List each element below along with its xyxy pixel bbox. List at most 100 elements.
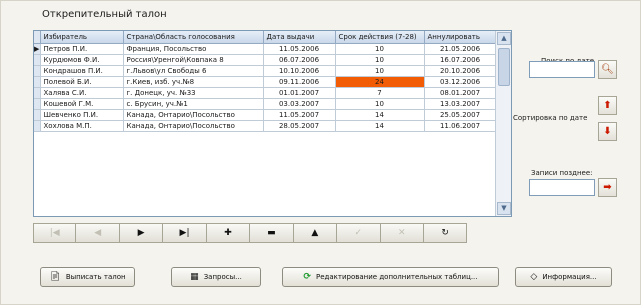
table-row[interactable]: Кондрашов П.И. г.Львов\ул Свободы 6 10.10.… (34, 65, 497, 77)
delete-record-icon: ▬ (267, 228, 276, 238)
edit-tables-label: Редактирование дополнительных таблиц... (316, 273, 478, 281)
refresh-green-icon: ⟳ (303, 272, 312, 282)
column-header-issue-date[interactable]: Дата выдачи (263, 31, 336, 44)
cell-voter[interactable]: Полевой Б.И. (40, 76, 124, 88)
prior-record-button[interactable]: ◀ (76, 223, 120, 243)
table-row[interactable]: Шевченко П.И. Канада, Онтарио\Посольство 1… (34, 109, 497, 121)
scroll-up-icon[interactable]: ▲ (497, 32, 511, 45)
arrow-up-icon: ⬆ (603, 100, 612, 111)
table-row[interactable]: ▶ Петров П.И. Франция, Посольство 11.05.200… (34, 43, 497, 55)
cell-cancel-date[interactable]: 08.01.2007 (424, 87, 497, 99)
cell-validity[interactable]: 14 (335, 109, 425, 121)
filter-apply-button[interactable]: ➡ (598, 178, 617, 197)
queries-label: Запросы... (203, 273, 242, 281)
cell-voter[interactable]: Шевченко П.И. (40, 109, 124, 121)
table-row[interactable]: Кошевой Г.М. с. Брусин, уч.№1 03.03.2007 10… (34, 98, 497, 110)
cell-validity[interactable]: 10 (335, 98, 425, 110)
last-record-button[interactable]: ▶| (163, 223, 207, 243)
first-record-button[interactable]: |◀ (33, 223, 77, 243)
cell-voter[interactable]: Курдюмов Ф.И. (40, 54, 124, 66)
sort-by-date-label: Сортировка по дате (513, 114, 588, 122)
cell-validity[interactable]: 10 (335, 65, 425, 77)
cell-cancel-date[interactable]: 11.06.2007 (424, 120, 497, 132)
cell-issue-date[interactable]: 01.01.2007 (263, 87, 336, 99)
table-row[interactable]: Хохлова М.П. Канада, Онтарио\Посольство 28… (34, 120, 497, 132)
cell-issue-date[interactable]: 10.10.2006 (263, 65, 336, 77)
cell-region[interactable]: г.Львов\ул Свободы 6 (123, 65, 264, 77)
main-window: Открепительный талон Избиратель Страна\О… (0, 0, 641, 305)
cell-cancel-date[interactable]: 13.03.2007 (424, 98, 497, 110)
records-later-input[interactable] (529, 179, 595, 196)
column-header-region[interactable]: Страна\Область голосования (123, 31, 264, 44)
records-grid[interactable]: Избиратель Страна\Область голосования Да… (33, 30, 512, 217)
last-record-icon: ▶| (179, 228, 190, 238)
cancel-record-button[interactable]: ✕ (380, 223, 424, 243)
panel-title: Открепительный талон (42, 9, 167, 20)
sort-descending-button[interactable]: ⬇ (598, 122, 617, 141)
cell-validity[interactable]: 14 (335, 120, 425, 132)
post-record-button[interactable]: ✓ (337, 223, 381, 243)
cell-validity[interactable]: 10 (335, 43, 425, 55)
cell-issue-date[interactable]: 03.03.2007 (263, 98, 336, 110)
cell-cancel-date[interactable]: 20.10.2006 (424, 65, 497, 77)
cell-voter[interactable]: Хохлова М.П. (40, 120, 124, 132)
table-row[interactable]: Полевой Б.И. г.Киев, изб. уч.№8 09.11.2006… (34, 76, 497, 88)
cell-voter[interactable]: Кошевой Г.М. (40, 98, 124, 110)
next-record-icon: ▶ (137, 228, 145, 238)
cell-validity[interactable]: 24 (335, 76, 425, 88)
table-icon: ▦ (190, 272, 199, 282)
table-header-row: Избиратель Страна\Область голосования Да… (34, 31, 497, 44)
cell-issue-date[interactable]: 09.11.2006 (263, 76, 336, 88)
issue-ticket-button[interactable]: 📄︎ Выписать талон (40, 267, 135, 287)
records-later-label: Записи позднее: (531, 169, 593, 177)
db-navigator: |◀ ◀ ▶ ▶| ✚ ▬ ▲ ✓ ✕ ↻ (33, 223, 511, 243)
search-button[interactable]: 🔍︎ (598, 60, 617, 79)
cancel-record-icon: ✕ (397, 228, 406, 238)
grid-vertical-scrollbar[interactable]: ▲ ▼ (495, 31, 511, 216)
insert-record-icon: ✚ (224, 228, 232, 238)
sort-ascending-button[interactable]: ⬆ (598, 96, 617, 115)
cell-region[interactable]: с. Брусин, уч.№1 (123, 98, 264, 110)
cell-cancel-date[interactable]: 16.07.2006 (424, 54, 497, 66)
table-row[interactable]: Халява С.И. г. Донецк, уч. №33 01.01.2007 7… (34, 87, 497, 99)
cell-region[interactable]: Россия\Уренгой\Ковпака 8 (123, 54, 264, 66)
cell-voter[interactable]: Халява С.И. (40, 87, 124, 99)
table-row[interactable]: Курдюмов Ф.И. Россия\Уренгой\Ковпака 8 06.… (34, 54, 497, 66)
info-button[interactable]: ◇ Информация... (515, 267, 612, 287)
arrow-down-icon: ⬇ (603, 126, 612, 137)
edit-record-button[interactable]: ▲ (293, 223, 338, 243)
refresh-button[interactable]: ↻ (423, 223, 468, 243)
cell-voter[interactable]: Кондрашов П.И. (40, 65, 124, 77)
cell-region[interactable]: г.Киев, изб. уч.№8 (123, 76, 264, 88)
cell-validity[interactable]: 10 (335, 54, 425, 66)
cell-cancel-date[interactable]: 21.05.2006 (424, 43, 497, 55)
cell-issue-date[interactable]: 11.05.2006 (263, 43, 336, 55)
cell-cancel-date[interactable]: 03.12.2006 (424, 76, 497, 88)
scroll-thumb[interactable] (498, 48, 510, 86)
edit-record-icon: ▲ (311, 228, 319, 238)
cell-voter[interactable]: Петров П.И. (40, 43, 124, 55)
refresh-icon: ↻ (441, 228, 449, 238)
arrow-right-icon: ➡ (603, 182, 612, 193)
column-header-voter[interactable]: Избиратель (40, 31, 124, 44)
cell-issue-date[interactable]: 28.05.2007 (263, 120, 336, 132)
cell-region[interactable]: г. Донецк, уч. №33 (123, 87, 264, 99)
records-table: Избиратель Страна\Область голосования Да… (34, 31, 497, 132)
cell-region[interactable]: Канада, Онтарио\Посольство (123, 109, 264, 121)
cell-issue-date[interactable]: 06.07.2006 (263, 54, 336, 66)
delete-record-button[interactable]: ▬ (250, 223, 294, 243)
edit-tables-button[interactable]: ⟳ Редактирование дополнительных таблиц..… (282, 267, 499, 287)
insert-record-button[interactable]: ✚ (206, 223, 251, 243)
column-header-cancel[interactable]: Аннулировать (424, 31, 497, 44)
cell-validity[interactable]: 7 (335, 87, 425, 99)
search-date-input[interactable] (529, 61, 595, 78)
queries-button[interactable]: ▦ Запросы... (171, 267, 261, 287)
current-row-indicator-icon: ▶ (34, 43, 41, 55)
scroll-down-icon[interactable]: ▼ (497, 202, 511, 215)
next-record-button[interactable]: ▶ (119, 223, 164, 243)
cell-cancel-date[interactable]: 25.05.2007 (424, 109, 497, 121)
cell-region[interactable]: Франция, Посольство (123, 43, 264, 55)
cell-issue-date[interactable]: 11.05.2007 (263, 109, 336, 121)
cell-region[interactable]: Канада, Онтарио\Посольство (123, 120, 264, 132)
column-header-validity[interactable]: Срок действия (7-28) (335, 31, 425, 44)
